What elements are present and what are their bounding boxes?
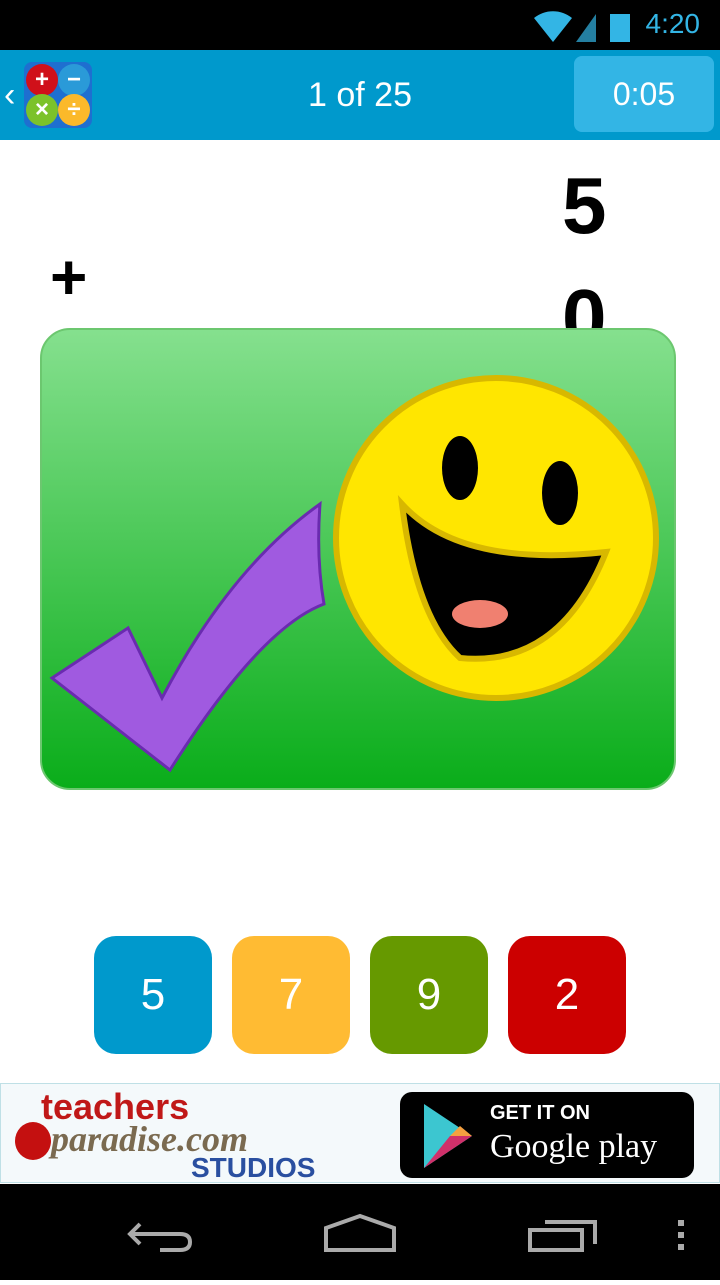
smiley-icon bbox=[333, 375, 659, 701]
play-store-icon bbox=[424, 1104, 472, 1168]
back-icon[interactable] bbox=[127, 1222, 193, 1252]
timer-button[interactable]: 0:05 bbox=[574, 56, 714, 132]
apple-icon bbox=[15, 1122, 51, 1160]
answer-button[interactable]: 5 bbox=[94, 936, 212, 1054]
correct-feedback-overlay bbox=[40, 328, 676, 790]
answer-choices: 5 7 9 2 bbox=[94, 936, 626, 1054]
google-play-badge[interactable]: GET IT ON Google play bbox=[400, 1092, 694, 1178]
app-bar: ‹ + − × ÷ 1 of 25 0:05 bbox=[0, 50, 720, 140]
problem-operator: + bbox=[50, 241, 88, 313]
clock: 4:20 bbox=[645, 8, 701, 39]
answer-button[interactable]: 9 bbox=[370, 936, 488, 1054]
navigation-bar bbox=[0, 1184, 720, 1280]
signal-icons bbox=[534, 11, 630, 43]
home-icon[interactable] bbox=[324, 1213, 396, 1252]
check-icon bbox=[49, 500, 326, 773]
ad-banner[interactable]: teachers paradise.com STUDIOS GET IT ON … bbox=[0, 1083, 720, 1183]
status-bar: 4:20 bbox=[0, 0, 720, 50]
answer-button[interactable]: 2 bbox=[508, 936, 626, 1054]
problem-top-number: 5 bbox=[562, 161, 607, 250]
menu-icon[interactable] bbox=[678, 1220, 684, 1250]
answer-button[interactable]: 7 bbox=[232, 936, 350, 1054]
recent-apps-icon[interactable] bbox=[528, 1220, 597, 1252]
